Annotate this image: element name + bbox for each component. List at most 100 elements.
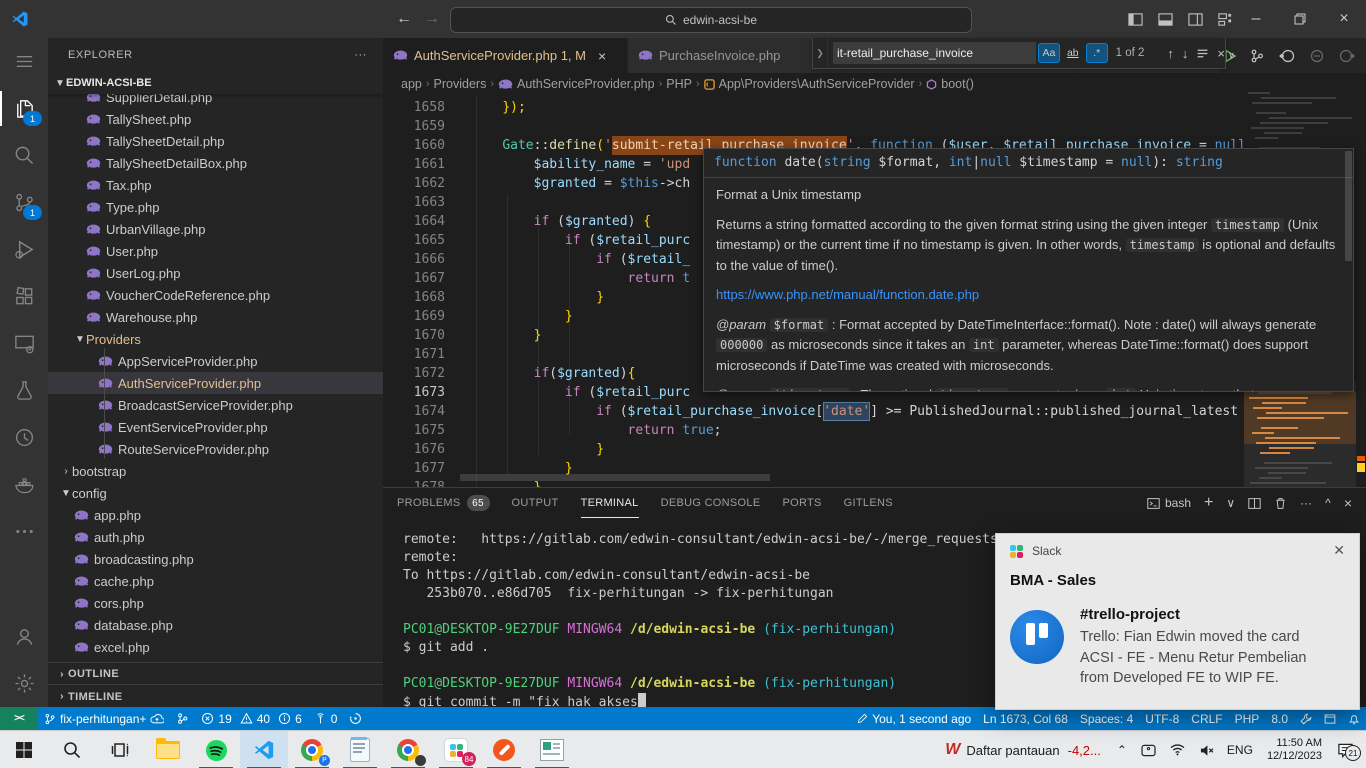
explorer-item-providers[interactable]: ▼Providers● (48, 328, 383, 350)
terminal-shell-button[interactable]: bash (1147, 496, 1191, 510)
file-explorer-button[interactable] (144, 731, 192, 768)
activity-account-icon[interactable] (0, 613, 48, 660)
activity-search-icon[interactable] (0, 132, 48, 179)
find-input[interactable] (833, 42, 1036, 64)
explorer-item-vouchercodereference-php[interactable]: VoucherCodeReference.php (48, 284, 383, 306)
chrome-profile1-button[interactable]: P (288, 731, 336, 768)
encoding-status[interactable]: UTF-8 (1139, 707, 1185, 730)
code-line-1658[interactable]: 1658 }); (383, 98, 1366, 117)
nav-forward-circle-icon[interactable] (1339, 48, 1355, 64)
explorer-item-tax-php[interactable]: Tax.php (48, 174, 383, 196)
meet-now-icon[interactable] (1141, 744, 1156, 757)
explorer-item-userlog-php[interactable]: UserLog.php (48, 262, 383, 284)
explorer-item-broadcastserviceprovider-php[interactable]: BroadcastServiceProvider.php (48, 394, 383, 416)
code-line-1659[interactable]: 1659 (383, 117, 1366, 136)
activity-history-icon[interactable] (0, 414, 48, 461)
command-center-search[interactable]: edwin-acsi-be (450, 7, 972, 33)
find-expand-icon[interactable]: ❯ (813, 38, 828, 68)
cursor-position[interactable]: Ln 1673, Col 68 (977, 707, 1074, 730)
chrome-profile2-button[interactable] (384, 731, 432, 768)
panel-tab-gitlens[interactable]: GITLENS (844, 488, 893, 518)
panel-more-icon[interactable]: ··· (1300, 496, 1312, 510)
maximize-panel-icon[interactable]: ^ (1325, 496, 1331, 510)
explorer-item-type-php[interactable]: Type.php (48, 196, 383, 218)
explorer-item-tallysheetdetail-php[interactable]: TallySheetDetail.php (48, 130, 383, 152)
notifications-bell-icon[interactable] (1342, 707, 1366, 730)
nav-forward-icon[interactable]: → (424, 0, 440, 38)
slack-taskbar-button[interactable]: 84 (432, 731, 480, 768)
breadcrumb-item[interactable]: PHP (666, 77, 692, 91)
explorer-item-user-php[interactable]: User.php (48, 240, 383, 262)
match-case-toggle[interactable]: Aa (1038, 43, 1060, 63)
explorer-item-routeserviceprovider-php[interactable]: RouteServiceProvider.php (48, 438, 383, 460)
code-line-1674[interactable]: 1674 if ($retail_purchase_invoice['date'… (383, 402, 1366, 421)
activity-testing-icon[interactable] (0, 367, 48, 414)
panel-tab-terminal[interactable]: TERMINAL (581, 488, 639, 518)
activity-run-debug-icon[interactable] (0, 226, 48, 273)
nav-back-icon[interactable]: ← (396, 0, 412, 38)
php-manual-link[interactable]: https://www.php.net/manual/function.date… (716, 287, 979, 302)
panel-tab-debug-console[interactable]: DEBUG CONSOLE (661, 488, 761, 518)
watchlist-widget-icon[interactable]: W (945, 741, 960, 759)
git-branch-status[interactable]: fix-perhitungan+ (38, 707, 170, 730)
explorer-item-authserviceprovider-php[interactable]: AuthServiceProvider.php1, M (48, 372, 383, 394)
clock[interactable]: 11:50 AM 12/12/2023 (1267, 737, 1322, 763)
explorer-item-auth-php[interactable]: auth.php (48, 526, 383, 548)
wifi-icon[interactable] (1170, 744, 1185, 756)
whole-word-toggle[interactable]: ab (1062, 43, 1084, 63)
broadcast-status[interactable]: 0 (308, 707, 344, 730)
explorer-item-warehouse-php[interactable]: Warehouse.php (48, 306, 383, 328)
screenshot-tool-button[interactable] (480, 731, 528, 768)
close-button[interactable]: × (1322, 0, 1366, 38)
taskbar-search-button[interactable] (48, 731, 96, 768)
explorer-item-cors-php[interactable]: cors.php (48, 592, 383, 614)
explorer-item-urbanvillage-php[interactable]: UrbanVillage.php (48, 218, 383, 240)
toggle-panel-icon[interactable] (1150, 0, 1180, 38)
panel-tab-ports[interactable]: PORTS (782, 488, 821, 518)
restore-button[interactable] (1278, 0, 1322, 38)
explorer-item-appserviceprovider-php[interactable]: AppServiceProvider.php (48, 350, 383, 372)
activity-settings-icon[interactable] (0, 660, 48, 707)
explorer-item-tallysheetdetailbox-php[interactable]: TallySheetDetailBox.php (48, 152, 383, 174)
code-line-1678[interactable]: 1678 } (383, 478, 1366, 487)
notification-center-icon[interactable]: 21 (1337, 742, 1354, 758)
breadcrumb-item[interactable]: App\Providers\AuthServiceProvider (704, 77, 915, 91)
indentation-status[interactable]: Spaces: 4 (1074, 707, 1139, 730)
outline-section-header[interactable]: ›OUTLINE (48, 662, 383, 685)
kill-terminal-icon[interactable] (1274, 497, 1287, 510)
php-version[interactable]: 8.0 (1265, 707, 1294, 730)
regex-toggle[interactable]: .* (1086, 43, 1108, 63)
editor-tab-2[interactable]: PurchaseInvoice.php (628, 38, 842, 73)
volume-muted-icon[interactable] (1199, 744, 1214, 757)
tooltip-scrollbar[interactable] (1345, 151, 1352, 261)
language-mode[interactable]: PHP (1229, 707, 1266, 730)
tab-close-icon[interactable]: × (598, 48, 606, 64)
close-panel-icon[interactable]: × (1344, 495, 1352, 511)
code-line-1675[interactable]: 1675 return true; (383, 421, 1366, 440)
scm-graph-button[interactable] (170, 707, 195, 730)
breadcrumb-item[interactable]: Providers (434, 77, 487, 91)
sidebar-more-icon[interactable]: ··· (354, 49, 383, 61)
report-app-button[interactable] (528, 731, 576, 768)
activity-remote-explorer-icon[interactable] (0, 320, 48, 367)
explorer-item-tallysheet-php[interactable]: TallySheet.php (48, 108, 383, 130)
terminal-dropdown-icon[interactable]: ∨ (1226, 496, 1235, 510)
activity-menu-icon[interactable] (0, 38, 48, 85)
gitlens-status-icon[interactable] (343, 707, 368, 730)
eol-status[interactable]: CRLF (1185, 707, 1228, 730)
scm-graph-icon[interactable] (1249, 48, 1265, 64)
panel-tab-output[interactable]: OUTPUT (512, 488, 559, 518)
find-in-selection-icon[interactable] (1196, 47, 1209, 60)
tray-expand-icon[interactable]: ⌃ (1117, 743, 1127, 757)
activity-more-icon[interactable] (0, 508, 48, 555)
project-root-header[interactable]: ▼ EDWIN-ACSI-BE (48, 72, 383, 94)
toast-close-icon[interactable]: ✕ (1333, 542, 1345, 559)
activity-extensions-icon[interactable] (0, 273, 48, 320)
task-view-button[interactable] (96, 731, 144, 768)
explorer-item-excel-php[interactable]: excel.php (48, 636, 383, 658)
find-close-icon[interactable]: × (1217, 46, 1225, 61)
remote-indicator[interactable]: >< (0, 707, 38, 730)
vscode-taskbar-button[interactable] (240, 731, 288, 768)
timeline-section-header[interactable]: ›TIMELINE (48, 684, 383, 707)
slack-notification-toast[interactable]: Slack ✕ BMA - Sales #trello-project Trel… (995, 533, 1360, 710)
